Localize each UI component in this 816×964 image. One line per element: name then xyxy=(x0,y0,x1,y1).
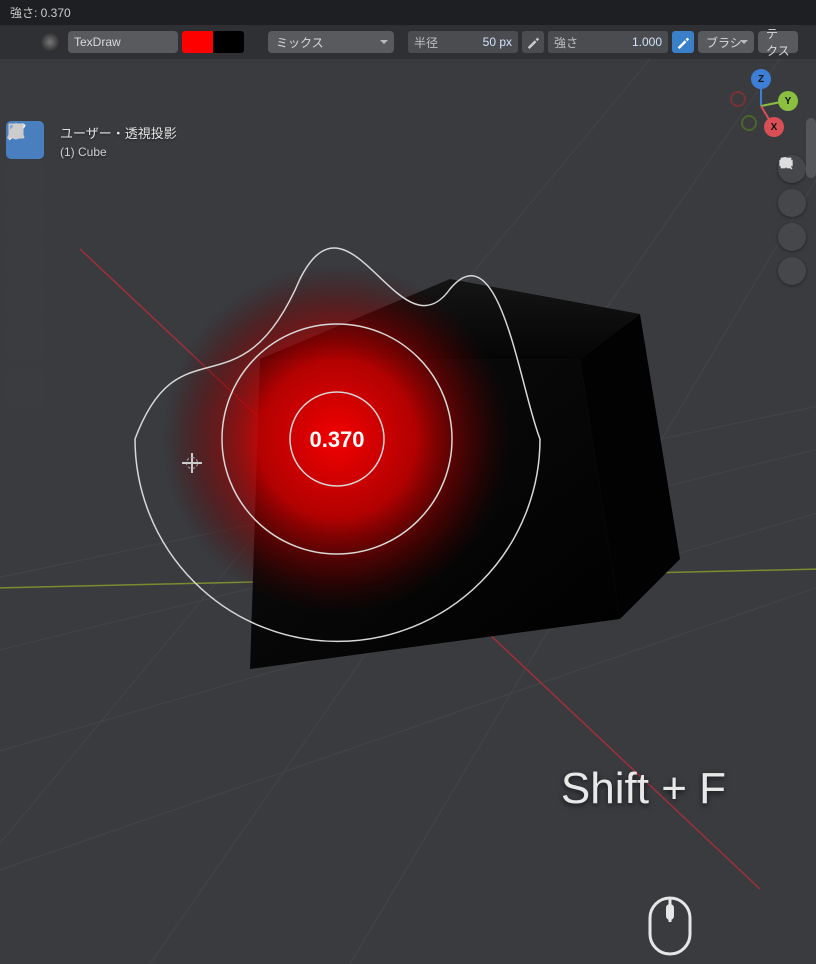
viewport-3d[interactable]: 0.370 ユーザー・透視投影 (1) Cube xyxy=(0,59,816,964)
color-swatch[interactable] xyxy=(182,31,244,53)
tool-mask[interactable] xyxy=(6,321,44,359)
tool-soften[interactable] xyxy=(6,161,44,199)
strength-label: 強さ xyxy=(554,34,578,51)
strength-value: 1.000 xyxy=(632,35,662,49)
brush-dropdown-label: ブラシ xyxy=(706,34,742,51)
pan-icon[interactable] xyxy=(778,189,806,217)
blend-mode-label: ミックス xyxy=(276,34,324,51)
blend-mode-dropdown[interactable]: ミックス xyxy=(268,31,394,53)
tool-annotate[interactable] xyxy=(6,369,44,407)
radius-pressure-icon[interactable] xyxy=(522,31,544,53)
status-bar: 強さ: 0.370 xyxy=(0,0,816,25)
primary-color-swatch[interactable] xyxy=(182,31,213,53)
viewport-nav-buttons xyxy=(778,155,806,285)
strength-field[interactable]: 強さ 1.000 xyxy=(548,31,668,53)
projection-label: ユーザー・透視投影 xyxy=(60,126,177,141)
tool-fill[interactable] xyxy=(6,281,44,319)
brush-preview-icon[interactable] xyxy=(40,32,60,52)
tool-sidebar xyxy=(6,121,46,407)
brush-value-text: 0.370 xyxy=(309,427,364,452)
brush-dropdown[interactable]: ブラシ xyxy=(698,31,754,53)
status-strength-label: 強さ: 0.370 xyxy=(10,6,71,20)
object-name-label: (1) Cube xyxy=(60,145,107,159)
tool-smear[interactable] xyxy=(6,201,44,239)
tool-clone[interactable] xyxy=(6,241,44,279)
brush-name-field[interactable] xyxy=(68,31,178,53)
sidebar-scrollbar[interactable] xyxy=(806,118,816,178)
camera-icon[interactable] xyxy=(778,223,806,251)
strength-pressure-icon[interactable] xyxy=(672,31,694,53)
secondary-color-swatch[interactable] xyxy=(213,31,244,53)
viewport-canvas: 0.370 xyxy=(0,59,816,964)
radius-label: 半径 xyxy=(414,34,438,51)
radius-field[interactable]: 半径 50 px xyxy=(408,31,518,53)
navigation-gizmo[interactable]: Z Y X xyxy=(726,71,796,141)
radius-value: 50 px xyxy=(483,35,512,49)
shortcut-overlay: Shift + F xyxy=(561,764,726,814)
texture-dropdown-label: テクス xyxy=(766,25,790,59)
paint-toolbar: ミックス 半径 50 px 強さ 1.000 ブラシ テクス xyxy=(0,25,816,59)
texture-dropdown[interactable]: テクス xyxy=(758,31,798,53)
viewport-header-info: ユーザー・透視投影 (1) Cube xyxy=(60,125,177,161)
gizmo-z[interactable]: Z xyxy=(751,69,771,89)
gizmo-x[interactable]: X xyxy=(764,117,784,137)
gizmo-y[interactable]: Y xyxy=(778,91,798,111)
ortho-icon[interactable] xyxy=(778,257,806,285)
